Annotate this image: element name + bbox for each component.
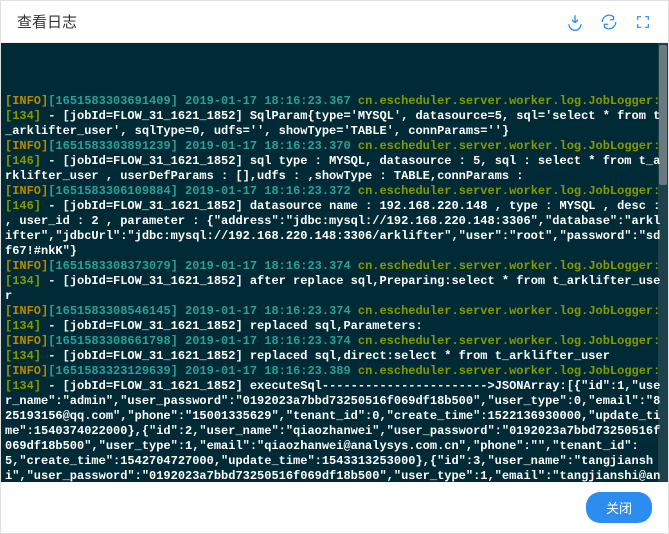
modal-header: 查看日志 (1, 1, 668, 43)
log-line: [INFO][1651583303691409] 2019-01-17 18:1… (5, 94, 664, 139)
log-line: [INFO][1651583308373079] 2019-01-17 18:1… (5, 259, 664, 304)
close-button[interactable]: 关闭 (586, 492, 652, 523)
modal-title: 查看日志 (17, 11, 77, 32)
expand-icon[interactable] (634, 13, 652, 31)
scrollbar[interactable] (658, 43, 668, 482)
log-viewer-modal: 查看日志 [INFO][1651583303691409] 2019-01-17… (1, 1, 668, 533)
log-line: [INFO][1651583323129639] 2019-01-17 18:1… (5, 364, 664, 482)
download-icon[interactable] (566, 13, 584, 31)
log-line: [INFO][1651583308661798] 2019-01-17 18:1… (5, 334, 664, 364)
log-line: [INFO][1651583308546145] 2019-01-17 18:1… (5, 304, 664, 334)
log-line: [INFO][1651583306109884] 2019-01-17 18:1… (5, 184, 664, 259)
header-actions (566, 13, 652, 31)
scrollbar-thumb[interactable] (659, 45, 667, 185)
log-terminal[interactable]: [INFO][1651583303691409] 2019-01-17 18:1… (1, 43, 668, 482)
log-line: [INFO][1651583303891239] 2019-01-17 18:1… (5, 139, 664, 184)
refresh-icon[interactable] (600, 13, 618, 31)
modal-footer: 关闭 (1, 482, 668, 533)
